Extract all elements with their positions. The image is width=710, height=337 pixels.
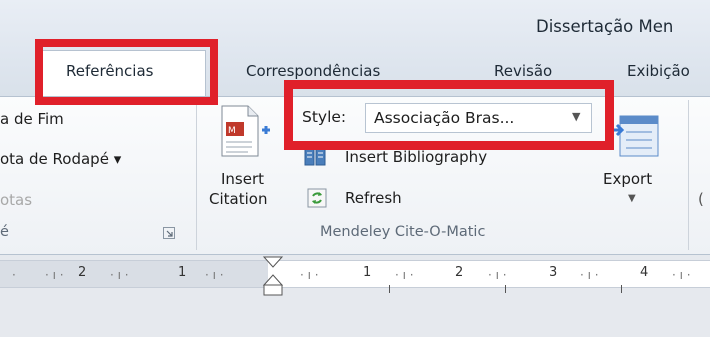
ruler-number: 1 — [363, 265, 372, 280]
ruler-number: 1 — [178, 265, 187, 280]
ruler-number: 2 — [455, 265, 464, 280]
export-label: Export — [603, 170, 653, 188]
mendeley-group-label: Mendeley Cite-O-Matic — [320, 224, 486, 240]
dialog-launcher-icon[interactable] — [163, 227, 175, 242]
refresh-label: Refresh — [345, 189, 402, 207]
group-separator — [196, 100, 197, 250]
window-title: Dissertação Men — [536, 17, 674, 36]
tab-correspondencias[interactable]: Correspondências — [246, 62, 380, 80]
ruler-number: 2 — [78, 265, 87, 280]
bibliography-icon — [304, 148, 326, 170]
insert-citation-label-1: Insert — [221, 170, 265, 188]
show-notes-button[interactable]: otas — [0, 191, 32, 209]
footnotes-group-label: é — [0, 224, 9, 240]
export-chevron-down-icon: ▼ — [628, 193, 636, 204]
ruler-margin — [0, 261, 268, 287]
next-group-partial: ( — [698, 190, 704, 208]
highlight-box-references-tab — [35, 39, 218, 105]
refresh-icon — [307, 188, 327, 212]
group-separator-right — [688, 100, 689, 250]
insert-endnote-button[interactable]: a de Fim — [0, 110, 64, 128]
ruler-number: 4 — [640, 265, 649, 280]
highlight-box-style-dropdown — [284, 80, 614, 150]
insert-bibliography-label: Insert Bibliography — [345, 148, 488, 166]
insert-citation-icon: M — [218, 104, 280, 164]
export-icon — [608, 110, 666, 166]
ruler-number: 3 — [549, 265, 558, 280]
indent-marker-icon[interactable] — [262, 255, 284, 301]
next-footnote-button[interactable]: ota de Rodapé ▾ — [0, 150, 121, 168]
insert-citation-label-2: Citation — [209, 190, 268, 208]
tab-exibicao[interactable]: Exibição — [627, 62, 690, 80]
tab-stop-marker — [505, 285, 506, 293]
svg-text:M: M — [228, 126, 236, 136]
tab-revisao[interactable]: Revisão — [494, 62, 552, 80]
tab-stop-marker — [389, 285, 390, 293]
tab-stop-marker — [621, 285, 622, 293]
